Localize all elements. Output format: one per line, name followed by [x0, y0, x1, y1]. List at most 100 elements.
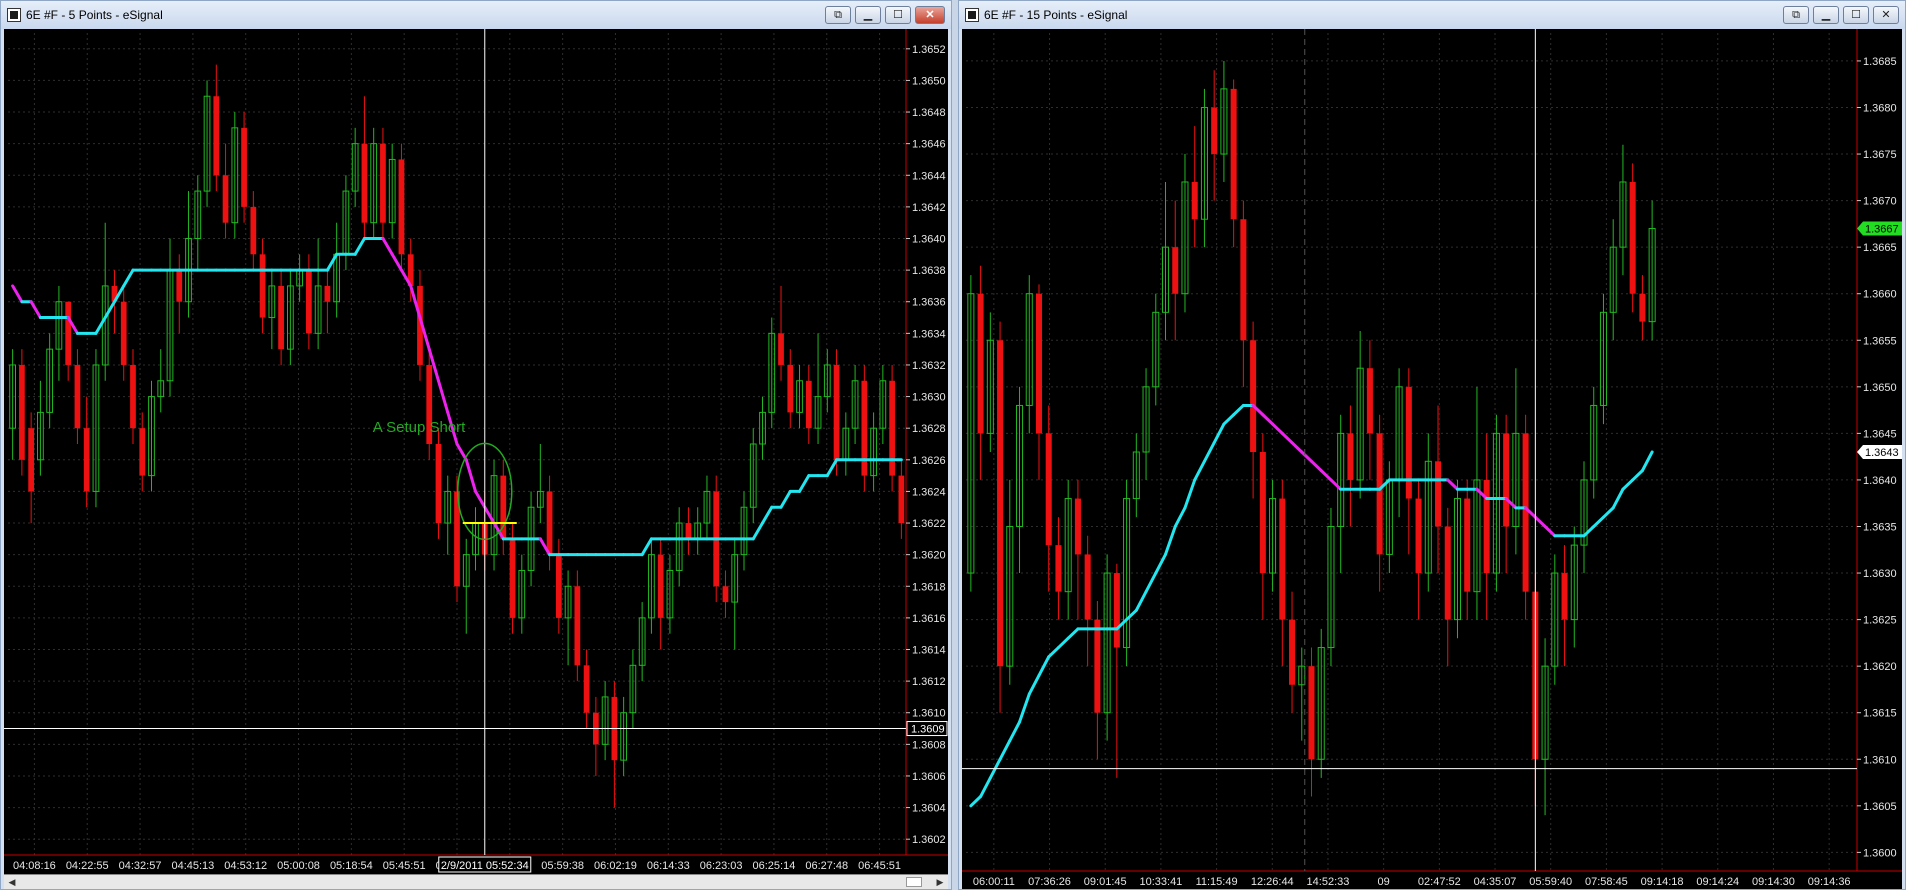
restore-icon[interactable]: ⧉	[825, 6, 851, 24]
candle-body-down	[1503, 433, 1510, 527]
candle-body-down	[555, 554, 562, 618]
price-tick-label: 1.3602	[912, 834, 946, 846]
ma-segment	[1329, 478, 1343, 491]
price-tick-label: 1.3635	[1863, 521, 1897, 533]
minimize-icon[interactable]: ▁	[855, 6, 881, 24]
price-chart[interactable]: 1.3652 1.3650 1.3648 1.3646 1.3644 1.3642 1.36…	[4, 29, 948, 889]
price-tick-label: 1.3610	[912, 708, 946, 720]
candle-body-down	[435, 444, 442, 524]
close-icon[interactable]: ✕	[915, 6, 945, 24]
price-tick-label: 1.3630	[912, 392, 946, 404]
price-tick-label: 1.3638	[912, 265, 946, 277]
ma-segment	[122, 268, 135, 288]
candle-body-down	[546, 491, 553, 555]
ma-segment	[825, 458, 839, 478]
ma-segment	[1543, 524, 1557, 538]
time-tick-label: 04:35:07	[1474, 876, 1517, 888]
candle-body-down	[1522, 433, 1529, 592]
candlestick-chart-5pt[interactable]: 1.3652 1.3650 1.3648 1.3646 1.3644 1.3642 1.36…	[4, 29, 948, 875]
price-tick-label: 1.3644	[912, 170, 946, 182]
ma-segment	[1154, 552, 1168, 575]
price-tick-label: 1.3636	[912, 297, 946, 309]
price-tick-label: 1.3660	[1863, 289, 1897, 301]
title-bar[interactable]: 6E #F - 15 Points - eSignal ⧉ ▁ ☐ ✕	[959, 1, 1905, 29]
title-bar[interactable]: 6E #F - 5 Points - eSignal ⧉ ▁ ☐ ✕	[1, 1, 951, 29]
scroll-thumb[interactable]	[906, 877, 922, 887]
window-title: 6E #F - 15 Points - eSignal	[984, 8, 1128, 22]
esignal-app-icon	[965, 8, 979, 22]
price-tick-label: 1.3670	[1863, 196, 1897, 208]
price-tick-label: 1.3675	[1863, 149, 1897, 161]
chart-window-15-points[interactable]: 6E #F - 15 Points - eSignal ⧉ ▁ ☐ ✕ 1.36…	[958, 0, 1906, 890]
candle-body-down	[213, 96, 220, 176]
price-tick-label: 1.3622	[912, 518, 946, 530]
ma-segment	[483, 505, 496, 525]
price-tick-label: 1.3626	[912, 455, 946, 467]
close-icon[interactable]: ✕	[1873, 6, 1899, 24]
candle-body-down	[1639, 293, 1646, 322]
ma-segment	[1173, 506, 1187, 528]
maximize-icon[interactable]: ☐	[1843, 6, 1869, 24]
time-tick-label: 04:32:57	[119, 860, 162, 872]
price-tick-label: 1.3648	[912, 107, 946, 119]
time-tick-label: 05:59:38	[541, 860, 584, 872]
candle-body-down	[1366, 368, 1373, 434]
ma-segment	[1008, 720, 1022, 743]
ma-segment	[1202, 441, 1216, 463]
ma-segment	[1134, 590, 1148, 612]
minimize-icon[interactable]: ▁	[1813, 6, 1839, 24]
candle-body-down	[139, 428, 146, 476]
time-tick-label: 05:00:08	[277, 860, 320, 872]
candle-body-down	[1415, 498, 1422, 574]
restore-icon[interactable]: ⧉	[1783, 6, 1809, 24]
candle-body-down	[1464, 498, 1471, 592]
scroll-right-icon[interactable]: ▶	[934, 876, 946, 888]
candle-body-down	[241, 127, 247, 207]
candle-body-down	[1074, 498, 1081, 555]
candle-body-down	[1347, 433, 1354, 480]
candle-body-down	[120, 301, 127, 365]
time-tick-label: 04:53:12	[224, 860, 267, 872]
ma-segment	[353, 237, 366, 256]
candle-body-down	[1035, 293, 1043, 434]
ma-segment	[1640, 450, 1654, 473]
ma-segment	[979, 776, 992, 799]
price-tick-label: 1.3628	[912, 423, 946, 435]
ma-segment	[1222, 413, 1236, 426]
time-tick-label: 04:45:13	[171, 860, 214, 872]
price-tick-label: 1.3680	[1863, 102, 1897, 114]
ma-segment	[1164, 524, 1177, 556]
candle-body-down	[1172, 247, 1179, 294]
candle-body-down	[250, 206, 257, 255]
ma-segment	[325, 252, 339, 272]
cursor-price-label: 1.3609	[911, 724, 945, 736]
candle-body-down	[657, 554, 664, 618]
ma-segment	[1056, 636, 1070, 650]
candlestick-chart-15pt[interactable]: 1.3685 1.3680 1.3675 1.3670 1.3665 1.3660 1.36…	[962, 29, 1902, 889]
ma-segment	[1582, 524, 1596, 538]
candle-body-down	[83, 428, 90, 492]
price-chart[interactable]: 1.3685 1.3680 1.3675 1.3670 1.3665 1.3660 1.36…	[962, 29, 1902, 889]
ma-segment	[1446, 478, 1459, 491]
ma-segment	[1631, 469, 1644, 482]
time-tick-label: 06:23:03	[700, 860, 743, 872]
maximize-icon[interactable]: ☐	[885, 6, 911, 24]
candle-body-down	[324, 285, 331, 302]
candle-body-down	[222, 175, 229, 223]
chart-window-5-points[interactable]: 6E #F - 5 Points - eSignal ⧉ ▁ ☐ ✕ 1.365…	[0, 0, 952, 890]
time-tick-label: 09:14:24	[1696, 876, 1739, 888]
candle-body-down	[1113, 573, 1120, 648]
candle-body-down	[861, 380, 868, 476]
esignal-app-icon	[7, 8, 21, 22]
candle-body-down	[1279, 498, 1286, 620]
ma-segment	[969, 795, 983, 808]
price-tick-label: 1.3620	[912, 550, 946, 562]
scroll-left-icon[interactable]: ◀	[6, 876, 18, 888]
time-tick-label: 07:58:45	[1585, 876, 1628, 888]
horizontal-scrollbar[interactable]: ◀ ▶	[4, 874, 948, 889]
ma-segment	[1592, 515, 1605, 528]
price-tick-label: 1.3605	[1863, 801, 1897, 813]
ma-segment	[94, 316, 107, 335]
time-tick-label: 09:14:30	[1752, 876, 1795, 888]
price-tick-label: 1.3640	[1863, 475, 1897, 487]
